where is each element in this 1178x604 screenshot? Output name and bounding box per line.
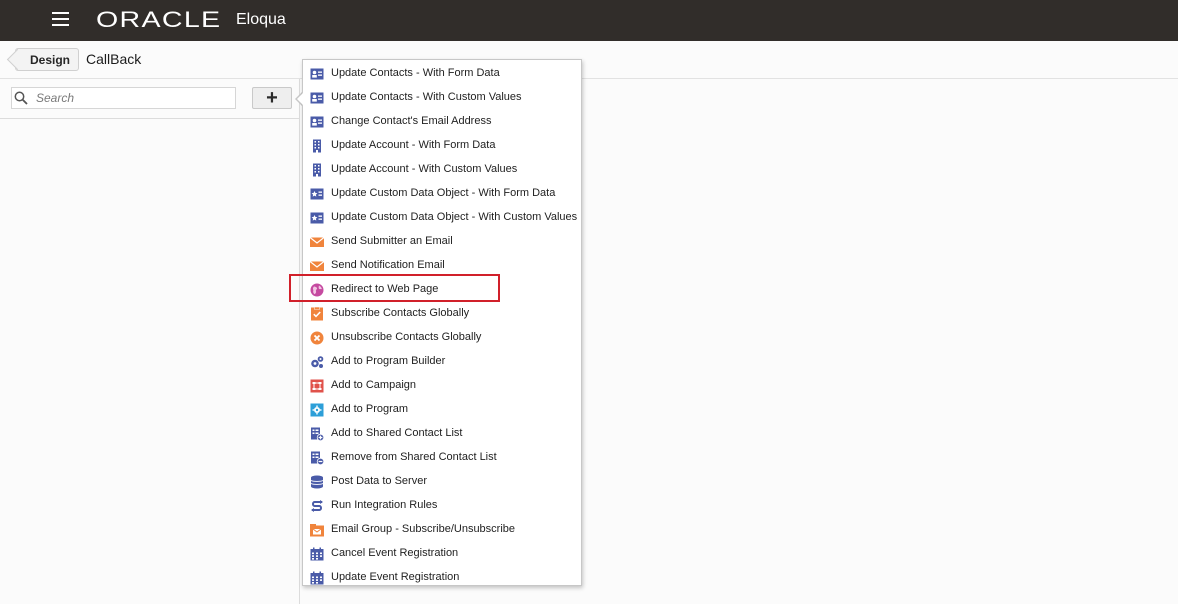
contact-card-icon	[310, 91, 324, 105]
menu-item-add-to-campaign[interactable]: Add to Campaign	[303, 374, 581, 398]
left-panel: +	[0, 79, 300, 604]
custom-object-icon	[310, 211, 324, 225]
menu-item-label: Send Notification Email	[331, 259, 445, 271]
menu-item-cancel-event-registration[interactable]: Cancel Event Registration	[303, 542, 581, 566]
globe-icon	[310, 283, 324, 297]
menu-item-label: Add to Program	[331, 403, 409, 415]
menu-item-label: Send Submitter an Email	[331, 235, 453, 247]
menu-item-unsubscribe-contacts-globally[interactable]: Unsubscribe Contacts Globally	[303, 326, 581, 350]
menu-item-label: Remove from Shared Contact List	[331, 451, 497, 463]
contact-card-icon	[310, 115, 324, 129]
campaign-icon	[310, 379, 324, 393]
gears-icon	[310, 355, 324, 369]
menu-item-label: Change Contact's Email Address	[331, 115, 492, 127]
menu-item-label: Add to Campaign	[331, 379, 416, 391]
menu-item-label: Add to Program Builder	[331, 355, 446, 367]
calendar-icon	[310, 547, 324, 561]
menu-item-email-group-subscribe-unsubscribe[interactable]: Email Group - Subscribe/Unsubscribe	[303, 518, 581, 542]
menu-item-label: Update Account - With Custom Values	[331, 163, 518, 175]
oracle-logo: ORACLE	[96, 7, 222, 32]
building-icon	[310, 139, 324, 153]
design-back-button[interactable]: Design	[15, 48, 79, 71]
hamburger-menu-icon[interactable]	[52, 12, 69, 27]
menu-item-add-to-shared-contact-list[interactable]: Add to Shared Contact List	[303, 422, 581, 446]
email-group-icon	[310, 523, 324, 537]
integration-icon	[310, 499, 324, 513]
menu-item-update-custom-data-object-with-custom-values[interactable]: Update Custom Data Object - With Custom …	[303, 206, 581, 230]
envelope-icon	[309, 235, 325, 249]
search-icon	[14, 91, 28, 105]
list-add-icon	[310, 427, 325, 442]
menu-item-label: Cancel Event Registration	[331, 547, 459, 559]
menu-item-add-to-program-builder[interactable]: Add to Program Builder	[303, 350, 581, 374]
menu-item-label: Update Account - With Form Data	[331, 139, 496, 151]
menu-item-update-contacts-with-custom-values[interactable]: Update Contacts - With Custom Values	[303, 86, 581, 110]
actions-dropdown-menu: Update Contacts - With Form Data Update C…	[302, 59, 582, 586]
menu-item-label: Email Group - Subscribe/Unsubscribe	[331, 523, 516, 535]
menu-item-update-account-with-form-data[interactable]: Update Account - With Form Data	[303, 134, 581, 158]
list-remove-icon	[310, 451, 325, 466]
menu-item-label: Post Data to Server	[331, 475, 427, 487]
menu-item-send-notification-email[interactable]: Send Notification Email	[303, 254, 581, 278]
custom-object-icon	[310, 187, 324, 201]
breadcrumb: Design CallBack	[0, 41, 1178, 79]
database-icon	[310, 475, 324, 489]
menu-item-label: Redirect to Web Page	[331, 283, 439, 295]
menu-item-label: Update Custom Data Object - With Custom …	[331, 211, 578, 223]
menu-item-post-data-to-server[interactable]: Post Data to Server	[303, 470, 581, 494]
calendar-icon	[310, 571, 324, 585]
menu-item-label: Run Integration Rules	[331, 499, 438, 511]
menu-item-label: Unsubscribe Contacts Globally	[331, 331, 482, 343]
menu-item-subscribe-contacts-globally[interactable]: Subscribe Contacts Globally	[303, 302, 581, 326]
menu-item-update-account-with-custom-values[interactable]: Update Account - With Custom Values	[303, 158, 581, 182]
menu-item-label: Update Custom Data Object - With Form Da…	[331, 187, 556, 199]
add-action-button[interactable]: +	[252, 87, 292, 109]
search-input[interactable]	[36, 89, 232, 107]
menu-item-label: Update Event Registration	[331, 571, 460, 583]
contact-card-icon	[310, 67, 324, 81]
menu-item-remove-from-shared-contact-list[interactable]: Remove from Shared Contact List	[303, 446, 581, 470]
menu-item-update-contacts-with-form-data[interactable]: Update Contacts - With Form Data	[303, 62, 581, 86]
menu-item-redirect-to-web-page[interactable]: Redirect to Web Page	[303, 278, 581, 302]
envelope-icon	[309, 259, 325, 273]
unsubscribe-x-icon	[310, 331, 324, 345]
menu-item-label: Subscribe Contacts Globally	[331, 307, 470, 319]
menu-item-update-event-registration[interactable]: Update Event Registration	[303, 566, 581, 590]
building-icon	[310, 163, 324, 177]
app-name: Eloqua	[236, 11, 286, 28]
menu-pointer-inner	[297, 92, 304, 106]
panel-toolbar: +	[0, 79, 300, 119]
menu-item-add-to-program[interactable]: Add to Program	[303, 398, 581, 422]
menu-item-send-submitter-an-email[interactable]: Send Submitter an Email	[303, 230, 581, 254]
menu-item-run-integration-rules[interactable]: Run Integration Rules	[303, 494, 581, 518]
menu-item-label: Add to Shared Contact List	[331, 427, 463, 439]
menu-item-change-contact-s-email-address[interactable]: Change Contact's Email Address	[303, 110, 581, 134]
menu-item-update-custom-data-object-with-form-data[interactable]: Update Custom Data Object - With Form Da…	[303, 182, 581, 206]
program-icon	[310, 403, 324, 417]
page-title: CallBack	[86, 51, 142, 67]
search-box[interactable]	[11, 87, 236, 109]
menu-item-label: Update Contacts - With Form Data	[331, 67, 500, 79]
subscribe-check-icon	[310, 307, 324, 321]
menu-item-label: Update Contacts - With Custom Values	[331, 91, 522, 103]
top-bar: ORACLE Eloqua	[0, 0, 1178, 41]
